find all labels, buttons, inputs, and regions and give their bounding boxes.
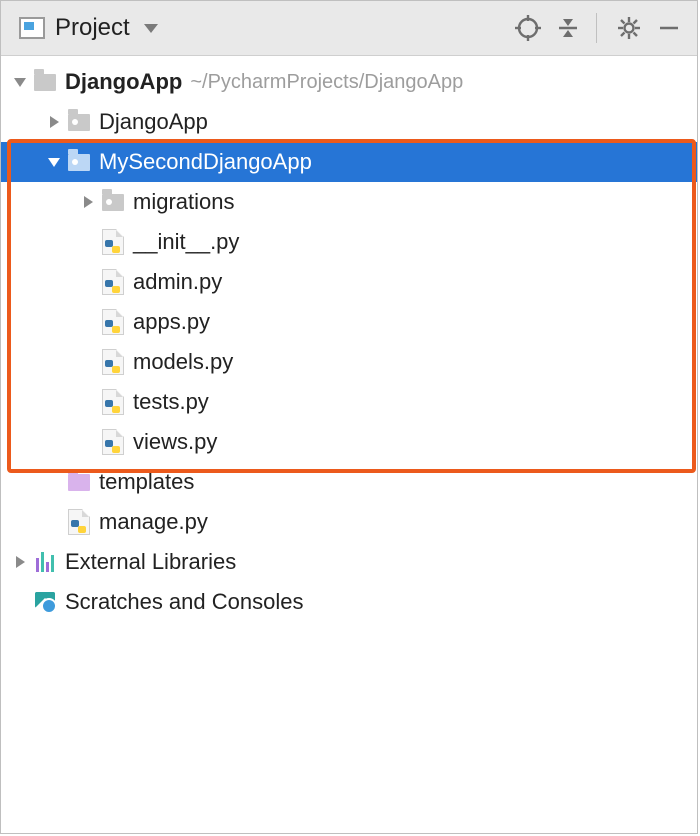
- python-file-icon: [99, 309, 127, 335]
- tree-node-migrations[interactable]: migrations: [1, 182, 697, 222]
- python-file-icon: [99, 389, 127, 415]
- project-tree[interactable]: DjangoApp ~/PycharmProjects/DjangoApp Dj…: [1, 56, 697, 833]
- python-file-icon: [99, 269, 127, 295]
- package-folder-icon: [65, 114, 93, 131]
- tool-window-header: Project: [1, 1, 697, 56]
- python-file-icon: [99, 429, 127, 455]
- tree-node-apps-py[interactable]: apps.py: [1, 302, 697, 342]
- tree-node-label: External Libraries: [65, 549, 236, 575]
- tree-node-label: MySecondDjangoApp: [99, 149, 312, 175]
- tree-node-admin-py[interactable]: admin.py: [1, 262, 697, 302]
- tree-node-myseconddjangoapp[interactable]: MySecondDjangoApp: [1, 142, 697, 182]
- triangle-down-icon: [47, 155, 61, 169]
- project-view-selector[interactable]: Project: [19, 14, 158, 42]
- collapse-all-button[interactable]: [550, 10, 586, 46]
- triangle-down-icon: [13, 75, 27, 89]
- tree-node-label: __init__.py: [133, 229, 239, 255]
- tree-node-models-py[interactable]: models.py: [1, 342, 697, 382]
- tree-node-path: ~/PycharmProjects/DjangoApp: [190, 71, 463, 94]
- external-libraries-icon: [31, 552, 59, 572]
- triangle-right-icon: [47, 115, 61, 129]
- tree-node-label: admin.py: [133, 269, 222, 295]
- tree-node-views-py[interactable]: views.py: [1, 422, 697, 462]
- tree-node-label: views.py: [133, 429, 217, 455]
- tree-node-label: apps.py: [133, 309, 210, 335]
- expand-toggle[interactable]: [77, 195, 99, 209]
- python-file-icon: [65, 509, 93, 535]
- tree-node-label: Scratches and Consoles: [65, 589, 303, 615]
- scratches-icon: [31, 592, 59, 612]
- collapse-icon: [555, 15, 581, 41]
- chevron-down-icon: [144, 24, 158, 33]
- tree-node-label: DjangoApp: [65, 69, 182, 95]
- hide-button[interactable]: [651, 10, 687, 46]
- separator: [596, 13, 597, 43]
- project-view-icon: [19, 17, 45, 39]
- target-icon: [515, 15, 541, 41]
- tree-node-label: models.py: [133, 349, 233, 375]
- tree-node-label: templates: [99, 469, 194, 495]
- expand-toggle[interactable]: [43, 115, 65, 129]
- tree-node-tests-py[interactable]: tests.py: [1, 382, 697, 422]
- triangle-right-icon: [81, 195, 95, 209]
- tree-node-external-libraries[interactable]: External Libraries: [1, 542, 697, 582]
- tree-node-scratches[interactable]: Scratches and Consoles: [1, 582, 697, 622]
- expand-toggle[interactable]: [43, 155, 65, 169]
- expand-toggle[interactable]: [9, 555, 31, 569]
- gear-icon: [616, 15, 642, 41]
- tree-node-label: DjangoApp: [99, 109, 208, 135]
- tree-node-label: migrations: [133, 189, 234, 215]
- tree-root-djangoapp[interactable]: DjangoApp ~/PycharmProjects/DjangoApp: [1, 62, 697, 102]
- python-file-icon: [99, 229, 127, 255]
- tree-node-templates[interactable]: templates: [1, 462, 697, 502]
- folder-icon: [31, 74, 59, 91]
- triangle-right-icon: [13, 555, 27, 569]
- package-folder-icon: [99, 194, 127, 211]
- tree-node-label: manage.py: [99, 509, 208, 535]
- tree-node-djangoapp-inner[interactable]: DjangoApp: [1, 102, 697, 142]
- package-folder-icon: [65, 154, 93, 171]
- settings-button[interactable]: [611, 10, 647, 46]
- tree-node-label: tests.py: [133, 389, 209, 415]
- project-view-label: Project: [55, 14, 130, 42]
- minimize-icon: [656, 15, 682, 41]
- templates-folder-icon: [65, 474, 93, 491]
- expand-toggle[interactable]: [9, 75, 31, 89]
- tree-node-manage-py[interactable]: manage.py: [1, 502, 697, 542]
- tree-node-init-py[interactable]: __init__.py: [1, 222, 697, 262]
- locate-button[interactable]: [510, 10, 546, 46]
- python-file-icon: [99, 349, 127, 375]
